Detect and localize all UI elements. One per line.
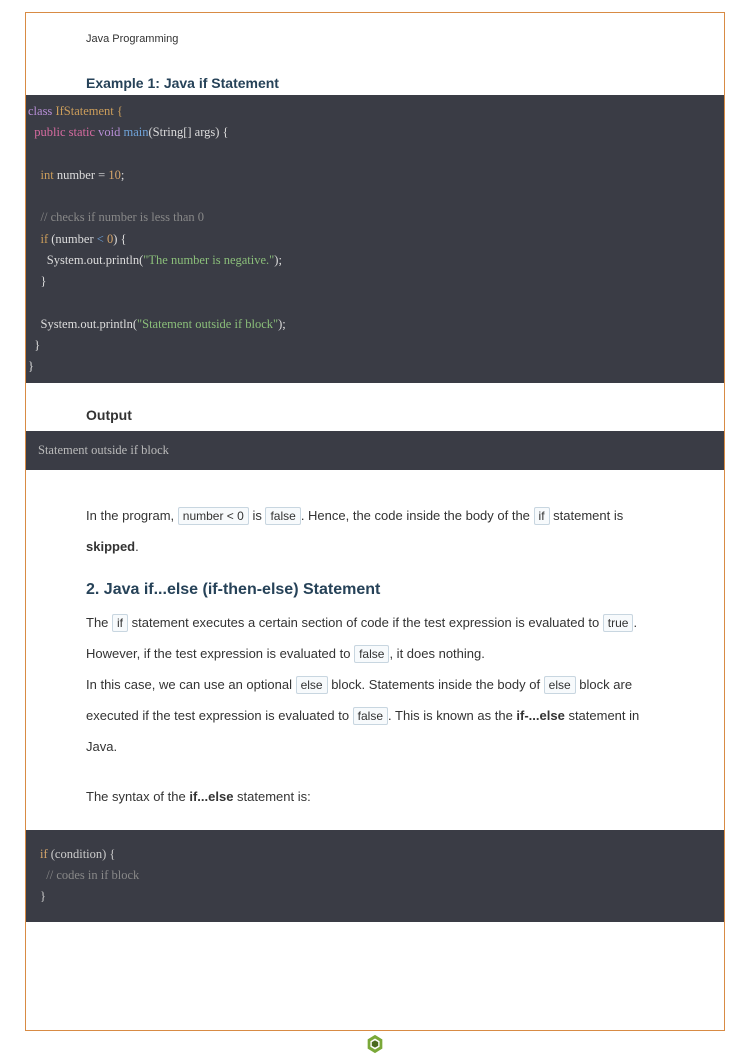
code-token: }: [28, 274, 47, 288]
code-token: number =: [54, 168, 109, 182]
code-token: ;: [121, 168, 124, 182]
code-token: );: [274, 253, 282, 267]
page-header: Java Programming: [86, 33, 724, 45]
code-token: }: [40, 889, 46, 903]
text: statement is:: [233, 789, 310, 804]
text: statement is: [550, 508, 624, 523]
code-token: System.out.println(: [28, 253, 143, 267]
text: statement executes a certain section of …: [128, 615, 603, 630]
code-token: main: [120, 125, 148, 139]
inline-code: false: [265, 507, 300, 525]
code-token: <: [97, 232, 104, 246]
text: , it does nothing.: [389, 646, 484, 661]
text: . This is known as the: [388, 708, 516, 723]
inline-code: else: [296, 676, 328, 694]
code-token: }: [28, 359, 34, 373]
footer-logo-icon: [364, 1033, 386, 1055]
content-area: Example 1: Java if Statement class IfSta…: [26, 75, 724, 922]
code-token: if: [40, 847, 48, 861]
code-token: (String[] args) {: [148, 125, 228, 139]
text: The: [86, 615, 112, 630]
inline-code: false: [353, 707, 388, 725]
example-title: Example 1: Java if Statement: [86, 75, 664, 91]
code-token: IfStatement {: [52, 104, 123, 118]
text-bold: skipped: [86, 539, 135, 554]
section-2-title: 2. Java if...else (if-then-else) Stateme…: [86, 581, 664, 599]
output-block: Statement outside if block: [26, 431, 724, 470]
code-token: class: [28, 104, 52, 118]
text: In this case, we can use an optional: [86, 677, 296, 692]
text-bold: if-...else: [516, 708, 564, 723]
code-token: );: [278, 317, 286, 331]
inline-code: true: [603, 614, 634, 632]
inline-code: if: [112, 614, 128, 632]
code-token: System.out.println(: [28, 317, 137, 331]
text: The syntax of the: [86, 789, 189, 804]
inline-code: number < 0: [178, 507, 249, 525]
inline-code: else: [544, 676, 576, 694]
text: . Hence, the code inside the body of the: [301, 508, 534, 523]
section-2-para-2: In this case, we can use an optional els…: [86, 669, 664, 763]
section-2-para-1: The if statement executes a certain sect…: [86, 607, 664, 669]
inline-code: false: [354, 645, 389, 663]
code-token: void: [98, 125, 120, 139]
code-string: "Statement outside if block": [137, 317, 278, 331]
section-2-para-3: The syntax of the if...else statement is…: [86, 781, 664, 812]
code-token: (condition) {: [48, 847, 116, 861]
code-token: }: [28, 338, 40, 352]
code-comment: // checks if number is less than 0: [41, 210, 205, 224]
page-container: Java Programming Example 1: Java if Stat…: [25, 12, 725, 1031]
code-token: (number: [48, 232, 97, 246]
syntax-block: if (condition) { // codes in if block }: [26, 830, 724, 922]
text: In the program,: [86, 508, 178, 523]
text: .: [135, 539, 139, 554]
code-token: if: [41, 232, 49, 246]
inline-code: if: [534, 507, 550, 525]
code-block-1: class IfStatement { public static void m…: [26, 95, 724, 383]
code-string: "The number is negative.": [143, 253, 274, 267]
code-token: ) {: [113, 232, 126, 246]
output-title: Output: [86, 407, 664, 423]
code-comment: // codes in if block: [40, 868, 139, 882]
text: is: [249, 508, 266, 523]
text: block. Statements inside the body of: [328, 677, 544, 692]
code-token: 0: [104, 232, 113, 246]
paragraph-1: In the program, number < 0 is false. Hen…: [86, 500, 664, 562]
code-token: public static: [34, 125, 98, 139]
code-token: 10: [108, 168, 121, 182]
code-token: int: [41, 168, 54, 182]
text-bold: if...else: [189, 789, 233, 804]
